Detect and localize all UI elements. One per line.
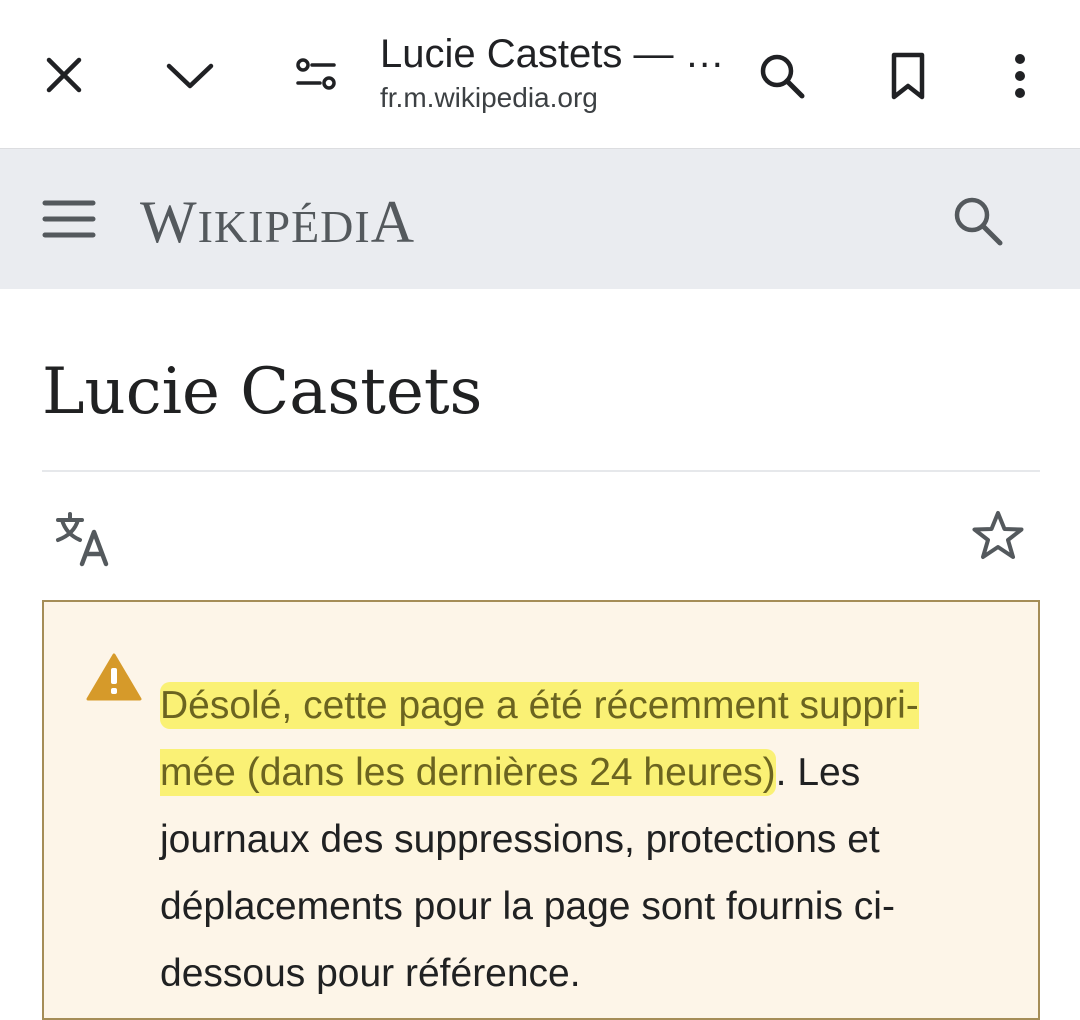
wikipedia-wordmark[interactable]: WIKIPÉDIA	[140, 187, 415, 262]
page-title: Lucie Castets	[42, 355, 483, 429]
star-icon[interactable]	[970, 508, 1026, 564]
wiki-search-icon[interactable]	[950, 193, 1014, 253]
warning-icon	[86, 652, 142, 702]
wordmark-final: A	[370, 189, 416, 255]
search-icon[interactable]	[752, 46, 812, 106]
browser-title-box[interactable]: Lucie Castets — … fr.m.wikipedia.org	[380, 28, 730, 116]
hamburger-menu-icon[interactable]	[40, 193, 98, 245]
browser-page-title: Lucie Castets — …	[380, 32, 725, 76]
title-divider	[42, 470, 1040, 472]
browser-toolbar: Lucie Castets — … fr.m.wikipedia.org	[0, 0, 1080, 148]
wikipedia-header: WIKIPÉDIA	[0, 148, 1080, 289]
wordmark-middle: IKIPÉDI	[197, 201, 371, 252]
language-icon[interactable]	[54, 510, 116, 570]
more-options-icon[interactable]	[996, 46, 1044, 106]
browser-url: fr.m.wikipedia.org	[380, 82, 598, 113]
bookmark-icon[interactable]	[880, 46, 936, 106]
deleted-page-notice: Désolé, cette page a été récemment suppr…	[42, 600, 1040, 1020]
wordmark-initial: W	[140, 189, 198, 255]
page-info-icon[interactable]	[290, 52, 342, 98]
notice-text: Désolé, cette page a été récemment suppr…	[160, 672, 980, 1007]
chevron-down-icon[interactable]	[160, 50, 220, 100]
close-icon[interactable]	[36, 50, 92, 100]
